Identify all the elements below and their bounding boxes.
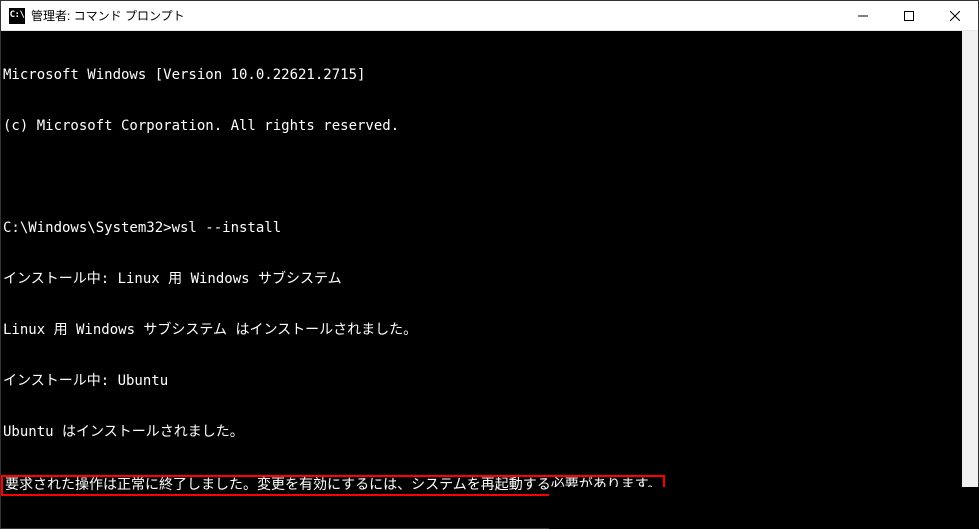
terminal-line (3, 169, 960, 186)
app-icon: C:\ (9, 8, 25, 24)
terminal-line: Microsoft Windows [Version 10.0.22621.27… (3, 67, 960, 84)
terminal-line: インストール中: Ubuntu (3, 373, 960, 390)
maximize-button[interactable] (886, 1, 932, 30)
close-button[interactable] (932, 1, 978, 30)
prompt-path: C:\Windows\System32> (3, 220, 172, 237)
terminal-area[interactable]: Microsoft Windows [Version 10.0.22621.27… (1, 31, 978, 528)
window-title: 管理者: コマンド プロンプト (31, 7, 840, 24)
terminal-line: (c) Microsoft Corporation. All rights re… (3, 118, 960, 135)
titlebar[interactable]: C:\ 管理者: コマンド プロンプト (1, 1, 978, 31)
prompt-command: wsl --install (172, 220, 282, 237)
terminal-line: Linux 用 Windows サブシステム はインストールされました。 (3, 322, 960, 339)
terminal-line: インストール中: Linux 用 Windows サブシステム (3, 271, 960, 288)
terminal-line: Ubuntu はインストールされました。 (3, 424, 960, 441)
minimize-button[interactable] (840, 1, 886, 30)
terminal-prompt-line: C:\Windows\System32>wsl --install (3, 220, 960, 237)
overlay-strip (549, 487, 979, 529)
window-controls (840, 1, 978, 30)
command-prompt-window: C:\ 管理者: コマンド プロンプト Microsoft Windows [V… (0, 0, 979, 529)
